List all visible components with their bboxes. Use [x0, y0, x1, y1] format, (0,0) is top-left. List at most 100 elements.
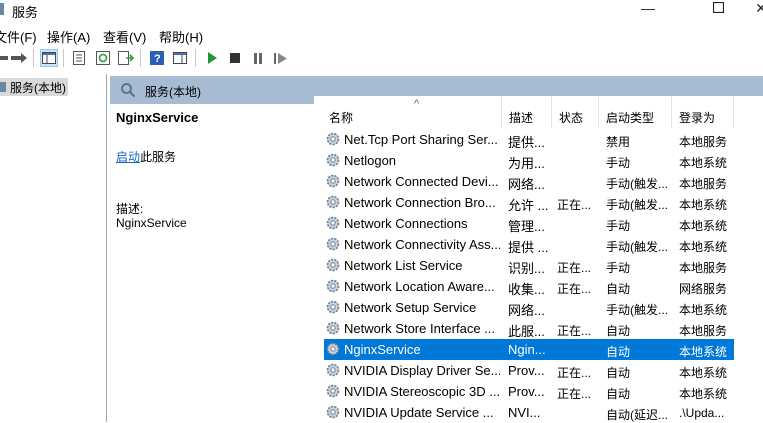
minimize-button[interactable]: —: [625, 0, 671, 22]
cell-desc: 网络...: [508, 177, 545, 192]
column-header-logon-as[interactable]: 登录为: [672, 96, 734, 128]
menu-file[interactable]: 文件(F): [0, 27, 37, 46]
cell-desc: 收集...: [508, 282, 545, 297]
menu-view[interactable]: 查看(V): [103, 27, 146, 46]
menu-action[interactable]: 操作(A): [47, 27, 90, 46]
sort-ascending-icon: ^: [414, 98, 420, 110]
cell-logon: 本地系统: [679, 303, 728, 317]
help-button[interactable]: ?: [148, 49, 166, 67]
service-row[interactable]: NginxService Ngin... 自动 本地系统: [314, 339, 763, 360]
back-button[interactable]: [0, 49, 10, 67]
forward-button[interactable]: [10, 49, 28, 67]
cell-logon: 本地系统: [679, 240, 728, 254]
properties-button[interactable]: [70, 49, 88, 67]
cell-startup: 自动: [606, 282, 631, 296]
cell-startup: 禁用: [606, 135, 631, 149]
cell-startup: 自动: [606, 366, 631, 380]
maximize-button[interactable]: [695, 0, 741, 22]
cell-desc: 提供 ...: [508, 240, 549, 255]
console-tree: 服务(本地): [0, 74, 107, 422]
service-row[interactable]: Network Store Interface ... 此服... 正在... 自动 本…: [314, 318, 763, 339]
title-bar: 服务 — ✕: [0, 0, 763, 22]
cell-desc: Prov...: [508, 363, 545, 378]
column-header-label: 描述: [509, 111, 534, 125]
service-gear-icon: [326, 405, 340, 419]
window-title: 服务: [12, 5, 39, 20]
export-icon: [118, 51, 134, 65]
cell-name: Network Setup Service: [344, 300, 477, 315]
cell-desc: Prov...: [508, 384, 545, 399]
svg-text:?: ?: [154, 53, 161, 65]
service-gear-icon: [326, 132, 340, 146]
service-row[interactable]: Network Connections 管理... 手动 本地系统: [314, 213, 763, 234]
service-row[interactable]: Network Connection Bro... 允许 ... 正在... 手动(触…: [314, 192, 763, 213]
pause-service-button[interactable]: [249, 49, 267, 67]
services-app-icon: [0, 3, 4, 15]
cell-status: 正在...: [557, 261, 592, 275]
service-row[interactable]: NVIDIA Update Service ... NVI... 自动(延迟....…: [314, 402, 763, 423]
service-row[interactable]: Network Connectivity Ass... 提供 ... 手动(触发..…: [314, 234, 763, 255]
help-icon: ?: [150, 51, 164, 65]
cell-desc: 提供...: [508, 135, 545, 150]
cell-status: 正在...: [557, 198, 592, 212]
cell-logon: 本地系统: [679, 219, 728, 233]
toolbar-separator: [63, 49, 64, 67]
service-row[interactable]: Network Location Aware... 收集... 正在... 自动 网络服…: [314, 276, 763, 297]
service-gear-icon: [326, 342, 340, 356]
service-gear-icon: [326, 174, 340, 188]
column-header-status[interactable]: 状态: [552, 96, 599, 128]
cell-name: Network List Service: [344, 258, 463, 273]
restart-service-button[interactable]: [272, 49, 290, 67]
start-service-link[interactable]: 启动: [116, 150, 140, 164]
service-gear-icon: [326, 384, 340, 398]
cell-logon: 本地系统: [679, 387, 728, 401]
header-label: 服务(本地): [145, 85, 201, 99]
service-gear-icon: [326, 216, 340, 230]
description-label: 描述:: [116, 202, 144, 216]
service-row[interactable]: Net.Tcp Port Sharing Ser... 提供... 禁用 本地服务: [314, 129, 763, 150]
service-gear-icon: [326, 153, 340, 167]
cell-startup: 手动(触发...: [606, 177, 668, 191]
close-button[interactable]: ✕: [738, 0, 763, 22]
column-header-label: 启动类型: [606, 111, 655, 125]
cell-name: NVIDIA Update Service ...: [344, 405, 494, 420]
column-header-description[interactable]: 描述: [502, 96, 552, 128]
service-row[interactable]: NVIDIA Stereoscopic 3D ... Prov... 正在... 自动…: [314, 381, 763, 402]
column-header-startup-type[interactable]: 启动类型: [599, 96, 672, 128]
cell-logon: .\Upda...: [679, 406, 725, 420]
back-arrow-icon: [0, 53, 8, 63]
service-gear-icon: [326, 363, 340, 377]
service-row[interactable]: Network List Service 识别... 正在... 手动 本地服务: [314, 255, 763, 276]
cell-status: 正在...: [557, 324, 592, 338]
service-row[interactable]: Netlogon 为用... 手动 本地系统: [314, 150, 763, 171]
cell-name: Network Connection Bro...: [344, 195, 496, 210]
cell-desc: 此服...: [508, 324, 545, 339]
service-gear-icon: [326, 321, 340, 335]
pause-icon: [254, 52, 262, 64]
toolbar-separator: [140, 49, 141, 67]
column-header-name[interactable]: 名称 ^: [322, 96, 502, 128]
column-header-label: 状态: [559, 111, 584, 125]
cell-startup: 手动(触发...: [606, 240, 668, 254]
cell-desc: 允许 ...: [508, 198, 549, 213]
show-hide-console-tree-button[interactable]: [40, 49, 58, 67]
cell-startup: 手动: [606, 219, 631, 233]
service-row[interactable]: NVIDIA Display Driver Se... Prov... 正在... 自…: [314, 360, 763, 381]
tree-item-services-local[interactable]: 服务(本地): [0, 78, 68, 96]
menu-help[interactable]: 帮助(H): [159, 27, 203, 46]
service-row[interactable]: Network Setup Service 网络... 手动(触发... 本地系统: [314, 297, 763, 318]
services-node-icon: [0, 82, 6, 92]
cell-logon: 本地系统: [679, 366, 728, 380]
toolbar-separator: [33, 49, 34, 67]
start-service-button[interactable]: [203, 49, 221, 67]
description-pane: NginxService 启动此服务 描述: NginxService: [110, 104, 310, 422]
action-pane-button[interactable]: [171, 49, 189, 67]
stop-service-button[interactable]: [226, 49, 244, 67]
refresh-button[interactable]: [94, 49, 112, 67]
tree-item-label: 服务(本地): [10, 80, 66, 95]
export-list-button[interactable]: [117, 49, 135, 67]
start-service-suffix: 此服务: [140, 150, 177, 164]
cell-desc: 管理...: [508, 219, 545, 234]
service-row[interactable]: Network Connected Devi... 网络... 手动(触发... 本地…: [314, 171, 763, 192]
cell-name: Netlogon: [344, 153, 397, 168]
